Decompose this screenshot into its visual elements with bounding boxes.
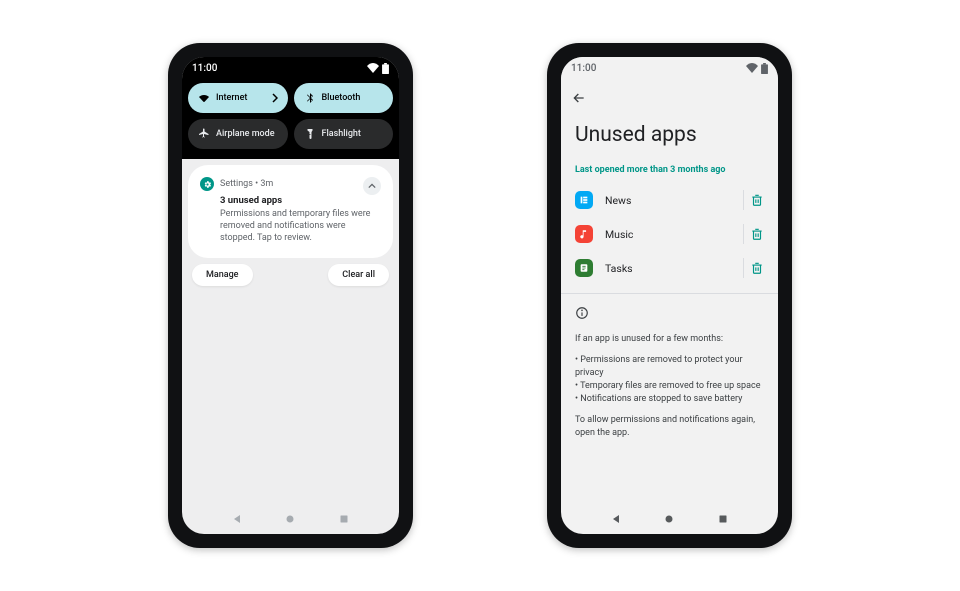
info-intro: If an app is unused for a few months: xyxy=(575,333,764,346)
unused-app-row[interactable]: Tasks xyxy=(561,251,778,285)
status-bar: 11:00 xyxy=(561,57,778,79)
info-point: Temporary files are removed to free up s… xyxy=(575,380,764,393)
system-nav-bar xyxy=(182,504,399,534)
nav-recent-icon[interactable] xyxy=(717,513,729,525)
app-icon xyxy=(575,191,593,209)
status-clock: 11:00 xyxy=(571,63,596,74)
phone-frame-left: 11:00 Internet Bluetooth Airpla xyxy=(168,43,413,548)
app-name: News xyxy=(605,194,631,207)
delete-icon[interactable] xyxy=(750,261,764,275)
qs-tile-label: Bluetooth xyxy=(322,93,361,103)
app-name: Tasks xyxy=(605,262,633,275)
screen-notification-shade: 11:00 Internet Bluetooth Airpla xyxy=(182,57,399,534)
clear-all-button[interactable]: Clear all xyxy=(328,264,389,286)
battery-icon xyxy=(382,63,389,74)
unused-app-row[interactable]: Music xyxy=(561,217,778,251)
nav-home-icon[interactable] xyxy=(284,513,296,525)
notification-meta: Settings • 3m xyxy=(220,179,273,189)
qs-tile-internet[interactable]: Internet xyxy=(188,83,288,113)
app-bar xyxy=(561,79,778,111)
app-name: Music xyxy=(605,228,633,241)
qs-tile-label: Flashlight xyxy=(322,129,361,139)
section-header: Last opened more than 3 months ago xyxy=(561,165,778,183)
airplane-icon xyxy=(198,128,210,140)
chevron-up-icon xyxy=(368,183,376,189)
nav-back-icon[interactable] xyxy=(231,513,243,525)
flashlight-icon xyxy=(304,128,316,140)
app-icon xyxy=(575,259,593,277)
page-title: Unused apps xyxy=(561,111,778,165)
wifi-icon xyxy=(746,63,758,73)
phone-frame-right: 11:00 Unused apps Last opened more than … xyxy=(547,43,792,548)
divider xyxy=(743,190,744,210)
app-icon xyxy=(575,225,593,243)
nav-back-icon[interactable] xyxy=(610,513,622,525)
battery-icon xyxy=(761,63,768,74)
unused-app-row[interactable]: News xyxy=(561,183,778,217)
delete-icon[interactable] xyxy=(750,193,764,207)
qs-tile-airplane[interactable]: Airplane mode xyxy=(188,119,288,149)
expand-toggle[interactable] xyxy=(363,177,381,195)
delete-icon[interactable] xyxy=(750,227,764,241)
notification-title: 3 unused apps xyxy=(220,195,381,206)
wifi-icon xyxy=(367,63,379,73)
notification-card[interactable]: Settings • 3m 3 unused apps Permissions … xyxy=(188,165,393,258)
qs-tile-bluetooth[interactable]: Bluetooth xyxy=(294,83,394,113)
status-bar: 11:00 xyxy=(182,57,399,79)
qs-tile-flashlight[interactable]: Flashlight xyxy=(294,119,394,149)
back-button[interactable] xyxy=(571,90,587,106)
info-icon xyxy=(575,306,589,320)
info-block: If an app is unused for a few months: Pe… xyxy=(561,293,778,460)
quick-settings-panel: Internet Bluetooth Airplane mode Flashli… xyxy=(182,79,399,159)
qs-tile-label: Internet xyxy=(216,93,247,103)
chevron-right-icon xyxy=(272,93,278,103)
info-point: Notifications are stopped to save batter… xyxy=(575,393,764,406)
nav-home-icon[interactable] xyxy=(663,513,675,525)
wifi-icon xyxy=(198,92,210,104)
notification-body: Permissions and temporary files were rem… xyxy=(220,208,373,244)
status-clock: 11:00 xyxy=(192,63,217,74)
screen-unused-apps: 11:00 Unused apps Last opened more than … xyxy=(561,57,778,534)
settings-app-icon xyxy=(200,177,214,191)
info-point: Permissions are removed to protect your … xyxy=(575,354,764,380)
nav-recent-icon[interactable] xyxy=(338,513,350,525)
qs-tile-label: Airplane mode xyxy=(216,129,275,139)
info-outro: To allow permissions and notifications a… xyxy=(575,414,764,440)
manage-button[interactable]: Manage xyxy=(192,264,253,286)
bluetooth-icon xyxy=(304,92,316,104)
system-nav-bar xyxy=(561,504,778,534)
divider xyxy=(743,224,744,244)
divider xyxy=(743,258,744,278)
